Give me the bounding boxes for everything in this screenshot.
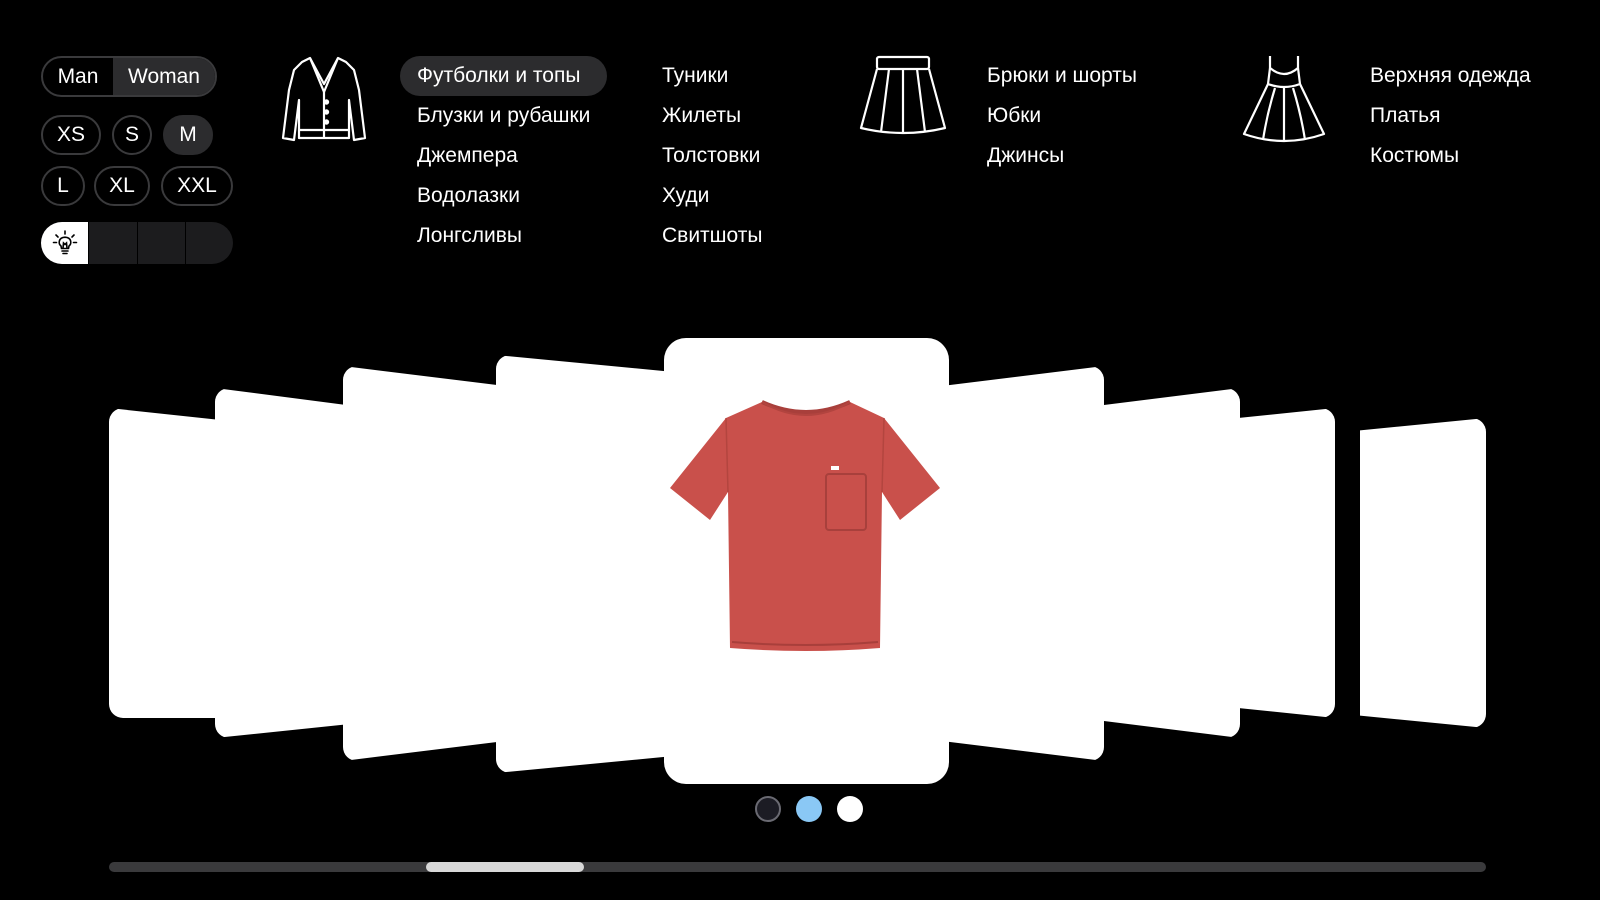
- lighting-option-1[interactable]: [41, 222, 89, 264]
- category-item-suits[interactable]: Костюмы: [1353, 136, 1548, 176]
- gender-toggle: Man Woman: [41, 56, 217, 97]
- scrollbar-thumb[interactable]: [425, 862, 585, 872]
- category-item-jeans[interactable]: Джинсы: [970, 136, 1154, 176]
- color-swatch-white[interactable]: [837, 796, 863, 822]
- size-l-chip[interactable]: L: [41, 166, 85, 206]
- category-item-tshirts-tops[interactable]: Футболки и топы: [400, 56, 608, 96]
- carousel-card[interactable]: [944, 366, 1104, 761]
- category-item-hoodies[interactable]: Худи: [645, 176, 779, 216]
- size-xl-chip[interactable]: XL: [94, 166, 150, 206]
- category-item-vests[interactable]: Жилеты: [645, 96, 779, 136]
- category-item-sweatshirts[interactable]: Толстовки: [645, 136, 779, 176]
- carousel-card[interactable]: [343, 366, 503, 761]
- color-swatch-dark[interactable]: [755, 796, 781, 822]
- carousel-card[interactable]: [1360, 418, 1486, 728]
- lighting-option-2[interactable]: [88, 222, 136, 264]
- carousel-card[interactable]: [109, 408, 224, 718]
- category-item-turtlenecks[interactable]: Водолазки: [400, 176, 607, 216]
- category-tops-column-1: Футболки и топы Блузки и рубашки Джемпер…: [400, 56, 608, 256]
- lighting-selector: [41, 222, 233, 264]
- size-m-chip[interactable]: M: [163, 115, 213, 155]
- gender-woman-button[interactable]: Woman: [113, 58, 215, 95]
- category-tops-column-2: Туники Жилеты Толстовки Худи Свитшоты: [662, 56, 779, 256]
- gender-man-button[interactable]: Man: [43, 58, 113, 95]
- lightbulb-icon: [52, 230, 77, 255]
- carousel-card-active[interactable]: [664, 338, 949, 784]
- carousel-card[interactable]: [496, 355, 671, 773]
- category-item-tunics[interactable]: Туники: [645, 56, 779, 96]
- category-dresses-column: Верхняя одежда Платья Костюмы: [1370, 56, 1548, 176]
- category-item-sweatshirts-crew[interactable]: Свитшоты: [645, 216, 779, 256]
- carousel-card[interactable]: [1100, 388, 1240, 738]
- horizontal-scrollbar[interactable]: [109, 862, 1486, 872]
- size-xxl-chip[interactable]: XXL: [161, 166, 233, 206]
- lighting-option-3[interactable]: [136, 222, 185, 264]
- category-item-blouses-shirts[interactable]: Блузки и рубашки: [400, 96, 607, 136]
- carousel-card[interactable]: [215, 388, 350, 738]
- category-item-trousers-shorts[interactable]: Брюки и шорты: [970, 56, 1154, 96]
- dress-icon[interactable]: [1241, 54, 1327, 148]
- cardigan-icon[interactable]: [281, 54, 367, 144]
- skirt-icon[interactable]: [857, 54, 949, 138]
- lighting-option-4[interactable]: [184, 222, 233, 264]
- category-item-dresses[interactable]: Платья: [1353, 96, 1548, 136]
- category-bottoms-column: Брюки и шорты Юбки Джинсы: [987, 56, 1154, 176]
- tshirt-product-image: [670, 400, 940, 651]
- category-item-jumpers[interactable]: Джемпера: [400, 136, 607, 176]
- category-item-skirts[interactable]: Юбки: [970, 96, 1154, 136]
- category-item-outerwear[interactable]: Верхняя одежда: [1353, 56, 1548, 96]
- category-item-longsleeves[interactable]: Лонгсливы: [400, 216, 607, 256]
- size-s-chip[interactable]: S: [112, 115, 152, 155]
- size-xs-chip[interactable]: XS: [41, 115, 101, 155]
- color-swatch-light-blue[interactable]: [796, 796, 822, 822]
